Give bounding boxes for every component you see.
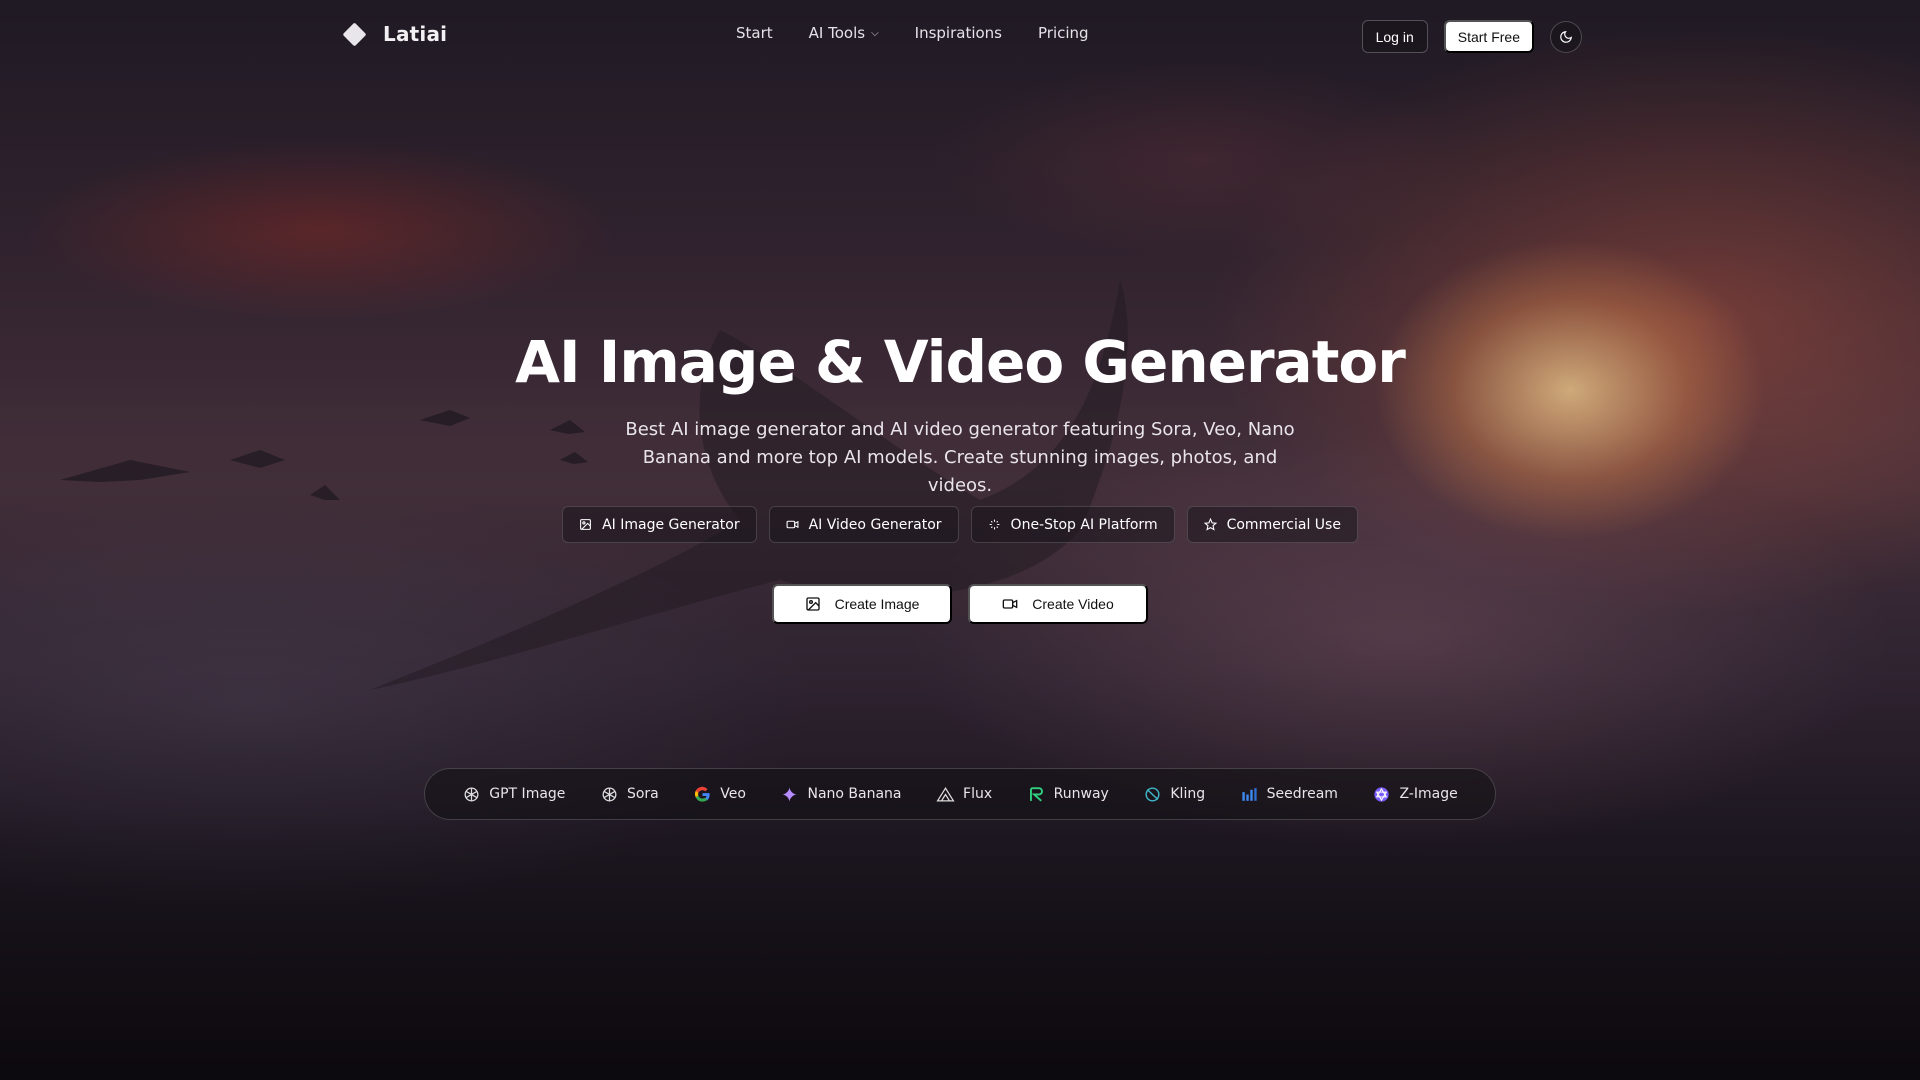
model-z-image[interactable]: Z-Image bbox=[1372, 785, 1458, 804]
hero-subtitle: Best AI image generator and AI video gen… bbox=[625, 419, 1295, 496]
runway-icon bbox=[1029, 786, 1043, 802]
models-bar: GPT Image Sora Veo Nano Banana Flux Runw… bbox=[424, 768, 1496, 820]
small-rays-image-2 bbox=[420, 410, 588, 464]
model-gpt-image[interactable]: GPT Image bbox=[462, 785, 565, 804]
diamond-logo-icon bbox=[342, 21, 367, 47]
model-flux[interactable]: Flux bbox=[936, 785, 992, 804]
cta-label: Create Video bbox=[1032, 596, 1114, 612]
login-button[interactable]: Log in bbox=[1361, 20, 1428, 53]
z-image-icon bbox=[1374, 786, 1390, 802]
flux-icon bbox=[936, 786, 955, 801]
nav-label: Start bbox=[736, 24, 773, 42]
nav-label: Inspirations bbox=[914, 24, 1002, 42]
sparkles-icon bbox=[989, 519, 999, 530]
nav-item-inspirations[interactable]: Inspirations bbox=[915, 24, 1002, 42]
chip-label: AI Video Generator bbox=[808, 516, 942, 533]
chip-label: Commercial Use bbox=[1226, 516, 1341, 533]
chip-commercial-use[interactable]: Commercial Use bbox=[1186, 506, 1358, 543]
model-label: GPT Image bbox=[489, 786, 566, 802]
chip-ai-image-generator[interactable]: AI Image Generator bbox=[562, 506, 757, 543]
chip-label: One-Stop AI Platform bbox=[1010, 516, 1158, 533]
chevron-down-icon: ⌵ bbox=[871, 27, 879, 39]
chip-ai-video-generator[interactable]: AI Video Generator bbox=[768, 506, 959, 543]
brand-logo[interactable]: Latiai bbox=[342, 21, 448, 47]
model-seedream[interactable]: Seedream bbox=[1240, 785, 1338, 804]
image-icon bbox=[805, 597, 820, 611]
model-label: Kling bbox=[1170, 786, 1206, 802]
main-menu: Start AI Tools ⌵ Inspirations Pricing bbox=[736, 24, 1089, 42]
auth-actions: Log in Start Free bbox=[1361, 20, 1582, 53]
model-runway[interactable]: Runway bbox=[1027, 785, 1109, 804]
model-veo[interactable]: Veo bbox=[693, 785, 746, 804]
model-nano-banana[interactable]: Nano Banana bbox=[780, 785, 902, 804]
star-icon bbox=[1203, 518, 1217, 531]
moon-icon bbox=[1560, 30, 1572, 43]
create-video-button[interactable]: Create Video bbox=[968, 584, 1148, 624]
hero-title: AI Image & Video Generator bbox=[515, 328, 1406, 396]
model-label: Veo bbox=[720, 786, 746, 802]
openai-icon bbox=[602, 787, 617, 801]
nav-item-ai-tools[interactable]: AI Tools ⌵ bbox=[809, 24, 879, 42]
seedream-icon bbox=[1242, 787, 1257, 801]
image-icon bbox=[580, 519, 591, 530]
model-label: Seedream bbox=[1266, 786, 1338, 802]
model-label: Runway bbox=[1053, 786, 1109, 802]
nav-item-start[interactable]: Start bbox=[736, 24, 773, 42]
cta-label: Create Image bbox=[834, 596, 920, 612]
sparkle-icon bbox=[782, 786, 798, 802]
brand-name: Latiai bbox=[383, 22, 448, 46]
openai-icon bbox=[464, 787, 479, 801]
model-label: Sora bbox=[626, 786, 659, 802]
video-icon bbox=[1002, 599, 1018, 609]
video-icon bbox=[786, 520, 799, 529]
top-navbar: Latiai Start AI Tools ⌵ Inspirations Pric… bbox=[0, 0, 1920, 70]
hero-cta-group: Create Image Create Video bbox=[0, 584, 1920, 624]
feature-chips: AI Image Generator AI Video Generator On… bbox=[0, 506, 1920, 543]
nav-label: AI Tools bbox=[808, 24, 866, 42]
nav-label: Pricing bbox=[1038, 24, 1089, 42]
model-label: Flux bbox=[963, 786, 993, 802]
start-free-button[interactable]: Start Free bbox=[1443, 20, 1534, 53]
theme-toggle-button[interactable] bbox=[1550, 20, 1582, 53]
model-label: Nano Banana bbox=[807, 786, 902, 802]
kling-icon bbox=[1145, 786, 1160, 802]
nav-item-pricing[interactable]: Pricing bbox=[1038, 24, 1089, 42]
model-kling[interactable]: Kling bbox=[1143, 785, 1205, 804]
chip-label: AI Image Generator bbox=[602, 516, 740, 533]
chip-one-stop-ai-platform[interactable]: One-Stop AI Platform bbox=[970, 506, 1175, 543]
model-label: Z-Image bbox=[1399, 786, 1458, 802]
create-image-button[interactable]: Create Image bbox=[772, 584, 952, 624]
google-icon bbox=[695, 786, 710, 802]
model-sora[interactable]: Sora bbox=[600, 785, 659, 804]
